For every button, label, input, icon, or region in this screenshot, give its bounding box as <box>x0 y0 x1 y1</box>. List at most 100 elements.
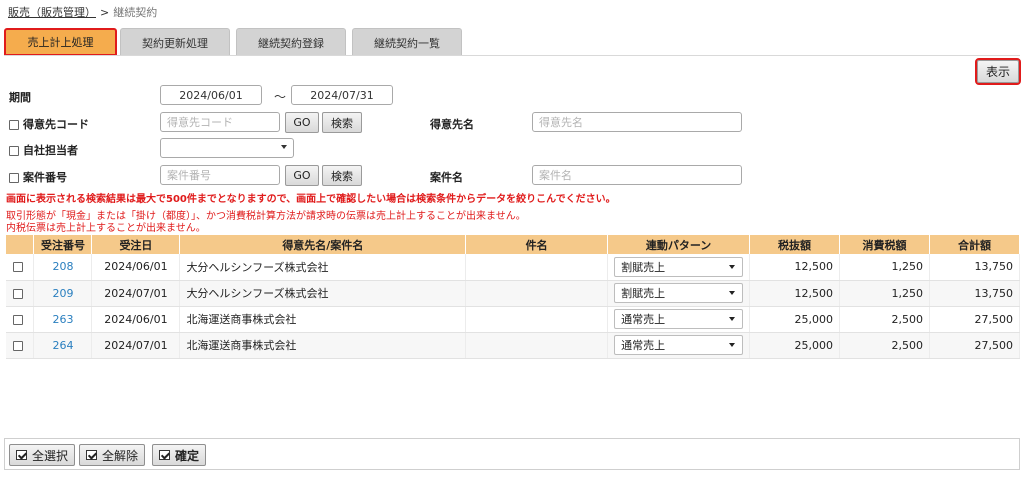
total-amount-cell: 27,500 <box>929 332 1021 359</box>
case-no-label: 案件番号 <box>9 169 67 185</box>
case-no-input[interactable] <box>160 165 280 185</box>
table-header-row: 受注番号 受注日 得意先名/案件名 件名 連動パターン 税抜額 消費税額 合計額 <box>6 235 1021 254</box>
subject-cell <box>465 332 609 359</box>
table-row: 263 2024/06/01 北海運送商事株式会社 通常売上 25,000 2,… <box>6 306 1021 333</box>
tax-amount-cell: 1,250 <box>839 280 930 307</box>
inclusive-tax-notice: 内税伝票は売上計上することが出来ません。 <box>6 223 206 234</box>
tax-amount-cell: 2,500 <box>839 306 930 333</box>
order-no-link[interactable]: 264 <box>52 339 73 352</box>
date-from-input[interactable] <box>160 85 262 105</box>
result-limit-notice: 画面に表示される検索結果は最大で500件までとなりますので、画面上で確認したい場… <box>6 194 616 205</box>
tax-amount-cell: 2,500 <box>839 332 930 359</box>
net-amount-cell: 25,000 <box>749 306 840 333</box>
date-to-input[interactable] <box>291 85 393 105</box>
confirm-label: 確定 <box>175 448 200 463</box>
order-date-cell: 2024/07/01 <box>91 280 181 307</box>
col-header-pattern: 連動パターン <box>607 235 751 254</box>
customer-code-label: 得意先コード <box>9 116 89 132</box>
table-row: 264 2024/07/01 北海運送商事株式会社 通常売上 25,000 2,… <box>6 332 1021 359</box>
select-all-label: 全選択 <box>32 448 69 463</box>
order-no-link[interactable]: 209 <box>52 287 73 300</box>
case-no-label-text: 案件番号 <box>23 171 67 184</box>
chevron-down-icon <box>729 264 736 269</box>
staff-label-text: 自社担当者 <box>23 144 78 157</box>
col-header-order-date: 受注日 <box>91 235 181 254</box>
pattern-cell: 割賦売上 <box>607 254 751 281</box>
customer-name-label: 得意先名 <box>430 118 474 131</box>
tab-continuous-contract-register[interactable]: 継続契約登録 <box>236 28 346 56</box>
order-date-cell: 2024/07/01 <box>91 332 181 359</box>
col-header-total-amount: 合計額 <box>929 235 1021 254</box>
pattern-select-value: 割賦売上 <box>621 260 666 274</box>
pattern-cell: 通常売上 <box>607 306 751 333</box>
subject-cell <box>465 306 609 333</box>
row-select-cell <box>6 254 35 281</box>
customer-cell: 大分ヘルシンフーズ株式会社 <box>179 280 467 307</box>
staff-checkbox[interactable] <box>9 146 19 156</box>
order-no-cell: 208 <box>33 254 93 281</box>
net-amount-cell: 25,000 <box>749 332 840 359</box>
customer-cell: 北海運送商事株式会社 <box>179 332 467 359</box>
tab-sales-posting[interactable]: 売上計上処理 <box>4 28 117 56</box>
case-name-input[interactable] <box>532 165 742 185</box>
row-select-cell <box>6 280 35 307</box>
breadcrumb-separator: > <box>100 6 110 19</box>
net-amount-cell: 12,500 <box>749 254 840 281</box>
case-no-go-button[interactable]: GO <box>285 165 319 186</box>
col-header-customer: 得意先名/案件名 <box>179 235 467 254</box>
pattern-select[interactable]: 通常売上 <box>614 335 744 355</box>
customer-code-label-text: 得意先コード <box>23 118 89 131</box>
results-table: 受注番号 受注日 得意先名/案件名 件名 連動パターン 税抜額 消費税額 合計額… <box>6 235 1021 359</box>
case-no-checkbox[interactable] <box>9 173 19 183</box>
display-button[interactable]: 表示 <box>975 58 1021 85</box>
total-amount-cell: 13,750 <box>929 280 1021 307</box>
order-no-cell: 209 <box>33 280 93 307</box>
pattern-select[interactable]: 割賦売上 <box>614 256 744 277</box>
row-checkbox[interactable] <box>12 262 23 273</box>
checkbox-check-icon <box>86 450 97 460</box>
row-select-cell <box>6 306 35 333</box>
pattern-select-value: 通常売上 <box>621 313 666 326</box>
staff-select[interactable] <box>160 138 294 158</box>
case-name-label: 案件名 <box>430 171 463 184</box>
tab-contract-renewal[interactable]: 契約更新処理 <box>120 28 230 56</box>
select-all-button[interactable]: 全選択 <box>9 444 76 466</box>
pattern-select[interactable]: 通常売上 <box>614 309 744 329</box>
chevron-down-icon <box>281 145 287 149</box>
tab-continuous-contract-list[interactable]: 継続契約一覧 <box>352 28 462 56</box>
row-checkbox[interactable] <box>12 314 23 325</box>
table-row: 209 2024/07/01 大分ヘルシンフーズ株式会社 割賦売上 12,500… <box>6 280 1021 307</box>
pattern-select-value: 通常売上 <box>621 339 666 352</box>
staff-label: 自社担当者 <box>9 142 78 158</box>
order-date-cell: 2024/06/01 <box>91 306 181 333</box>
table-row: 208 2024/06/01 大分ヘルシンフーズ株式会社 割賦売上 12,500… <box>6 254 1021 281</box>
pattern-select-value: 割賦売上 <box>621 287 666 300</box>
checkbox-check-icon <box>16 450 27 460</box>
breadcrumb-parent-link[interactable]: 販売（販売管理） <box>8 6 96 19</box>
customer-code-search-button[interactable]: 検索 <box>322 112 362 133</box>
row-checkbox[interactable] <box>12 288 23 299</box>
order-no-link[interactable]: 263 <box>52 313 73 326</box>
subject-cell <box>465 280 609 307</box>
col-header-subject: 件名 <box>465 235 609 254</box>
row-select-cell <box>6 332 35 359</box>
customer-cell: 北海運送商事株式会社 <box>179 306 467 333</box>
order-no-cell: 264 <box>33 332 93 359</box>
deselect-all-button[interactable]: 全解除 <box>79 444 146 466</box>
order-no-cell: 263 <box>33 306 93 333</box>
confirm-button[interactable]: 確定 <box>152 444 207 466</box>
customer-name-input[interactable] <box>532 112 742 132</box>
customer-cell: 大分ヘルシンフーズ株式会社 <box>179 254 467 281</box>
order-no-link[interactable]: 208 <box>52 260 73 273</box>
row-checkbox[interactable] <box>12 340 23 351</box>
period-label: 期間 <box>9 91 31 104</box>
deselect-all-label: 全解除 <box>102 448 139 463</box>
customer-code-checkbox[interactable] <box>9 120 19 130</box>
customer-code-go-button[interactable]: GO <box>285 112 319 133</box>
case-no-search-button[interactable]: 検索 <box>322 165 362 186</box>
pattern-select[interactable]: 割賦売上 <box>614 283 744 303</box>
breadcrumb-current: 継続契約 <box>113 6 158 19</box>
order-date-cell: 2024/06/01 <box>91 254 181 281</box>
col-header-order-no: 受注番号 <box>33 235 93 254</box>
customer-code-input[interactable] <box>160 112 280 132</box>
